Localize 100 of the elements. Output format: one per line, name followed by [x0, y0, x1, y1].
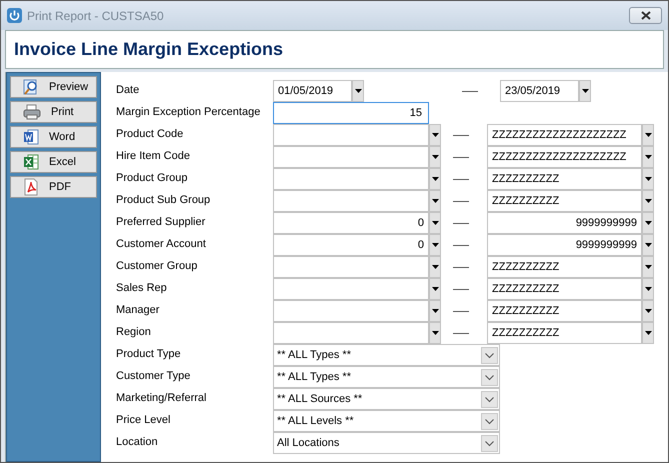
dropdown-button[interactable] — [429, 168, 441, 190]
percentage-field[interactable]: 15 — [273, 102, 429, 124]
field-label: Preferred Supplier — [116, 215, 206, 228]
caret-icon — [582, 89, 588, 93]
action-button[interactable]: Preview — [10, 76, 97, 98]
dash-separator — [453, 332, 469, 334]
window-title: Print Report - CUSTSA50 — [27, 8, 164, 22]
power-icon — [7, 8, 22, 23]
field-label: Date — [116, 83, 140, 96]
dropdown-button[interactable] — [642, 300, 654, 322]
date-field[interactable]: 01/05/2019 — [273, 80, 352, 102]
dropdown-button[interactable] — [642, 278, 654, 300]
caret-icon — [432, 265, 438, 269]
dropdown-button[interactable] — [429, 190, 441, 212]
dropdown-button[interactable] — [429, 256, 441, 278]
dash-separator — [453, 310, 469, 312]
caret-icon — [644, 287, 652, 291]
to-field[interactable]: ZZZZZZZZZZ — [487, 300, 642, 322]
dropdown-button[interactable] — [429, 278, 441, 300]
action-button[interactable]: PDF — [10, 176, 97, 198]
from-field[interactable] — [273, 168, 429, 190]
close-button[interactable] — [629, 7, 662, 24]
dropdown-button[interactable] — [642, 168, 654, 190]
action-button[interactable]: Word — [10, 126, 97, 148]
from-field[interactable]: 0 — [273, 212, 429, 234]
caret-icon — [644, 265, 652, 269]
field-label: Marketing/Referral — [116, 391, 208, 404]
to-field[interactable]: ZZZZZZZZZZ — [487, 278, 642, 300]
date-field[interactable]: 23/05/2019 — [500, 80, 579, 102]
select-field[interactable]: ** ALL Types ** — [273, 344, 500, 366]
dropdown-button[interactable] — [429, 322, 441, 344]
from-field[interactable] — [273, 146, 429, 168]
from-field[interactable] — [273, 278, 429, 300]
caret-icon — [644, 331, 652, 335]
dash-separator — [453, 244, 469, 246]
caret-icon — [644, 155, 652, 159]
to-field[interactable]: ZZZZZZZZZZZZZZZZZZZZ — [487, 146, 642, 168]
caret-icon — [644, 243, 652, 247]
field-label: Product Code — [116, 127, 184, 140]
field-label: Customer Account — [116, 237, 207, 250]
select-field[interactable]: ** ALL Levels ** — [273, 410, 500, 432]
caret-icon — [644, 199, 652, 203]
select-field[interactable]: ** ALL Sources ** — [273, 388, 500, 410]
dash-separator — [453, 134, 469, 136]
dropdown-button[interactable] — [429, 300, 441, 322]
dropdown-button[interactable] — [642, 322, 654, 344]
action-button[interactable]: Print — [10, 101, 97, 123]
from-field[interactable] — [273, 300, 429, 322]
to-field[interactable]: ZZZZZZZZZZZZZZZZZZZZ — [487, 124, 642, 146]
field-label: Customer Type — [116, 369, 192, 382]
to-field[interactable]: ZZZZZZZZZZ — [487, 322, 642, 344]
from-field[interactable] — [273, 124, 429, 146]
dropdown-button[interactable] — [579, 80, 591, 102]
dash-separator — [453, 178, 469, 180]
magnifier-icon — [23, 79, 39, 95]
chevron-down-icon — [481, 390, 498, 408]
caret-icon — [432, 309, 438, 313]
caret-icon — [432, 199, 438, 203]
caret-icon — [354, 89, 362, 93]
dropdown-button[interactable] — [642, 256, 654, 278]
dropdown-button[interactable] — [642, 234, 654, 256]
dropdown-button[interactable] — [429, 212, 441, 234]
to-field[interactable]: 9999999999 — [487, 212, 642, 234]
dropdown-button[interactable] — [429, 234, 441, 256]
to-field[interactable]: ZZZZZZZZZZ — [487, 256, 642, 278]
caret-icon — [432, 287, 438, 291]
dropdown-button[interactable] — [429, 124, 441, 146]
field-label: Product Group — [116, 171, 189, 184]
dropdown-button[interactable] — [642, 124, 654, 146]
dropdown-button[interactable] — [642, 146, 654, 168]
dropdown-button[interactable] — [429, 146, 441, 168]
select-field[interactable]: All Locations — [273, 432, 500, 454]
from-field[interactable]: 0 — [273, 234, 429, 256]
from-field[interactable] — [273, 322, 429, 344]
from-field[interactable] — [273, 256, 429, 278]
from-field[interactable] — [273, 190, 429, 212]
caret-icon — [432, 177, 438, 181]
dash-separator — [453, 156, 469, 158]
field-label: Price Level — [116, 413, 172, 426]
dropdown-button[interactable] — [642, 212, 654, 234]
action-button[interactable]: Excel — [10, 151, 97, 173]
dropdown-button[interactable] — [352, 80, 364, 102]
dash-separator — [453, 222, 469, 224]
field-label: Sales Rep — [116, 281, 168, 294]
to-field[interactable]: ZZZZZZZZZZ — [487, 168, 642, 190]
to-field[interactable]: 9999999999 — [487, 234, 642, 256]
printer-icon — [23, 104, 41, 120]
to-field[interactable]: ZZZZZZZZZZ — [487, 190, 642, 212]
chevron-down-icon — [481, 412, 498, 430]
select-field[interactable]: ** ALL Types ** — [273, 366, 500, 388]
caret-icon — [432, 221, 438, 225]
dash-separator — [462, 90, 478, 92]
dash-separator — [453, 200, 469, 202]
field-label: Hire Item Code — [116, 149, 191, 162]
caret-icon — [432, 133, 438, 137]
chevron-down-icon — [481, 368, 498, 386]
dropdown-button[interactable] — [642, 190, 654, 212]
field-label: Product Sub Group — [116, 193, 212, 206]
dash-separator — [453, 288, 469, 290]
spreadsheet-icon — [23, 154, 39, 170]
